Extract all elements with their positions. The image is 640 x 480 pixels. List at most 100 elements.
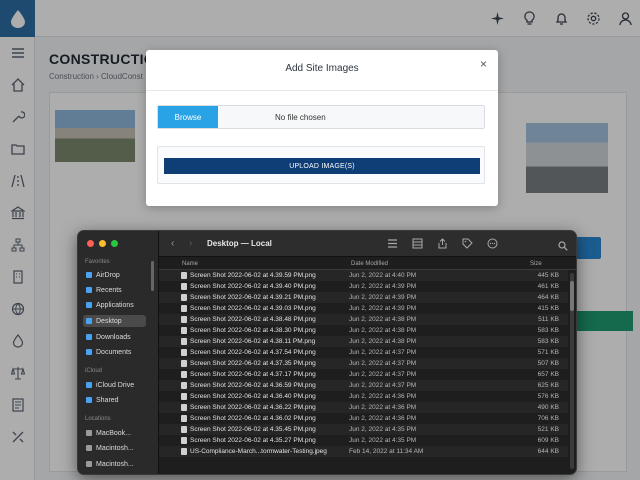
tag-icon[interactable]: [462, 238, 473, 249]
sidebar-item-desktop[interactable]: Desktop: [83, 315, 146, 327]
more-options-icon[interactable]: [487, 238, 498, 249]
file-size: 609 KB: [537, 437, 559, 444]
file-name: US-Compliance-March...tormwater-Testing.…: [190, 448, 327, 455]
scroll-thumb[interactable]: [570, 281, 574, 311]
add-site-images-modal: Add Site Images × Browse No file chosen …: [146, 50, 498, 206]
shared-folder-icon: [86, 397, 92, 403]
file-size: 657 KB: [537, 371, 559, 378]
file-row[interactable]: Screen Shot 2022-06-02 at 4.36.22 PM.png…: [159, 402, 568, 413]
file-name: Screen Shot 2022-06-02 at 4.37.54 PM.png: [190, 349, 316, 356]
column-headers: Name Date Modified Size Kind: [159, 259, 576, 270]
file-row[interactable]: Screen Shot 2022-06-02 at 4.39.59 PM.png…: [159, 270, 568, 281]
image-file-icon: [181, 316, 187, 323]
file-picker-dialog: Favorites AirDrop Recents Applications D…: [77, 230, 577, 475]
sidebar-item-airdrop[interactable]: AirDrop: [83, 269, 146, 281]
file-list-scrollbar[interactable]: [570, 273, 574, 469]
modal-title: Add Site Images: [285, 63, 359, 74]
share-icon[interactable]: [437, 238, 448, 249]
sidebar-item-shared[interactable]: Shared: [83, 394, 146, 406]
file-name: Screen Shot 2022-06-02 at 4.39.40 PM.png: [190, 283, 316, 290]
file-row[interactable]: Screen Shot 2022-06-02 at 4.38.11 PM.png…: [159, 336, 568, 347]
file-row[interactable]: Screen Shot 2022-06-02 at 4.36.02 PM.png…: [159, 413, 568, 424]
sidebar-section-locations: Locations: [85, 416, 111, 422]
file-date: Jun 2, 2022 at 4:37 PM: [349, 349, 417, 356]
file-name: Screen Shot 2022-06-02 at 4.36.40 PM.png: [190, 393, 316, 400]
file-row[interactable]: Screen Shot 2022-06-02 at 4.37.54 PM.png…: [159, 347, 568, 358]
sidebar-section-favorites: Favorites: [85, 259, 110, 265]
folder-title: Desktop — Local: [207, 239, 272, 248]
file-size: 461 KB: [537, 283, 559, 290]
file-row[interactable]: US-Compliance-March...tormwater-Testing.…: [159, 446, 568, 457]
file-size: 464 KB: [537, 294, 559, 301]
file-row[interactable]: Screen Shot 2022-06-02 at 4.37.17 PM.png…: [159, 369, 568, 380]
browse-button[interactable]: Browse: [158, 106, 218, 128]
file-size: 576 KB: [537, 393, 559, 400]
file-row[interactable]: Screen Shot 2022-06-02 at 4.39.21 PM.png…: [159, 292, 568, 303]
image-file-icon: [181, 437, 187, 444]
sidebar-item-downloads[interactable]: Downloads: [83, 331, 146, 343]
file-date: Jun 2, 2022 at 4:39 PM: [349, 294, 417, 301]
image-file-icon: [181, 305, 187, 312]
file-name: Screen Shot 2022-06-02 at 4.36.59 PM.png: [190, 382, 316, 389]
window-controls: [87, 240, 118, 247]
image-file-icon: [181, 283, 187, 290]
image-file-icon: [181, 272, 187, 279]
sidebar-item-applications[interactable]: Applications: [83, 299, 146, 311]
file-size: 521 KB: [537, 426, 559, 433]
sidebar-item-documents[interactable]: Documents: [83, 346, 146, 358]
file-row[interactable]: Screen Shot 2022-06-02 at 4.35.27 PM.png…: [159, 435, 568, 446]
file-row[interactable]: Screen Shot 2022-06-02 at 4.37.35 PM.png…: [159, 358, 568, 369]
file-size: 706 KB: [537, 415, 559, 422]
file-row[interactable]: Screen Shot 2022-06-02 at 4.36.40 PM.png…: [159, 391, 568, 402]
upload-images-button[interactable]: UPLOAD IMAGE(S): [164, 158, 480, 174]
back-chevron-icon[interactable]: ‹: [171, 238, 174, 249]
sidebar-item-icloud-drive[interactable]: iCloud Drive: [83, 379, 146, 391]
image-file-icon: [181, 393, 187, 400]
file-date: Feb 14, 2022 at 11:34 AM: [349, 448, 424, 455]
file-size: 583 KB: [537, 338, 559, 345]
image-file-icon: [181, 338, 187, 345]
sidebar-scrollbar[interactable]: [151, 261, 154, 291]
file-row[interactable]: Screen Shot 2022-06-02 at 4.38.48 PM.png…: [159, 314, 568, 325]
sidebar-item-location[interactable]: MacBook...: [83, 427, 146, 439]
file-size: 625 KB: [537, 382, 559, 389]
image-file-icon: [181, 382, 187, 389]
group-view-icon[interactable]: [412, 238, 423, 249]
file-date: Jun 2, 2022 at 4:36 PM: [349, 415, 417, 422]
file-size: 571 KB: [537, 349, 559, 356]
minimize-window-button[interactable]: [99, 240, 106, 247]
image-file-icon: [181, 327, 187, 334]
file-size: 511 KB: [538, 316, 559, 323]
column-size[interactable]: Size: [530, 261, 542, 267]
sidebar-item-location[interactable]: Macintosh...: [83, 442, 146, 454]
file-date: Jun 2, 2022 at 4:36 PM: [349, 393, 417, 400]
file-row[interactable]: Screen Shot 2022-06-02 at 4.36.59 PM.png…: [159, 380, 568, 391]
file-date: Jun 2, 2022 at 4:39 PM: [349, 283, 417, 290]
forward-chevron-icon[interactable]: ›: [189, 238, 192, 249]
zoom-window-button[interactable]: [111, 240, 118, 247]
column-date-modified[interactable]: Date Modified: [351, 261, 388, 267]
file-name: Screen Shot 2022-06-02 at 4.38.11 PM.png: [190, 338, 316, 345]
file-input[interactable]: Browse No file chosen: [157, 105, 485, 129]
file-row[interactable]: Screen Shot 2022-06-02 at 4.35.45 PM.png…: [159, 424, 568, 435]
file-row[interactable]: Screen Shot 2022-06-02 at 4.38.30 PM.png…: [159, 325, 568, 336]
file-name: Screen Shot 2022-06-02 at 4.36.22 PM.png: [190, 404, 316, 411]
clock-icon: [86, 287, 92, 293]
file-date: Jun 2, 2022 at 4:38 PM: [349, 338, 417, 345]
image-file-icon: [181, 349, 187, 356]
sidebar-item-location[interactable]: Macintosh...: [83, 458, 146, 470]
close-icon[interactable]: ×: [480, 57, 487, 71]
close-window-button[interactable]: [87, 240, 94, 247]
file-date: Jun 2, 2022 at 4:38 PM: [349, 316, 417, 323]
file-row[interactable]: Screen Shot 2022-06-02 at 4.39.40 PM.png…: [159, 281, 568, 292]
search-icon[interactable]: [558, 238, 568, 256]
file-size: 583 KB: [537, 327, 559, 334]
column-name[interactable]: Name: [182, 261, 198, 267]
airdrop-icon: [86, 272, 92, 278]
file-date: Jun 2, 2022 at 4:40 PM: [349, 272, 417, 279]
file-row[interactable]: Screen Shot 2022-06-02 at 4.39.03 PM.png…: [159, 303, 568, 314]
list-view-icon[interactable]: [387, 238, 398, 249]
sidebar-item-recents[interactable]: Recents: [83, 284, 146, 296]
image-file-icon: [181, 415, 187, 422]
desktop-icon: [86, 318, 92, 324]
